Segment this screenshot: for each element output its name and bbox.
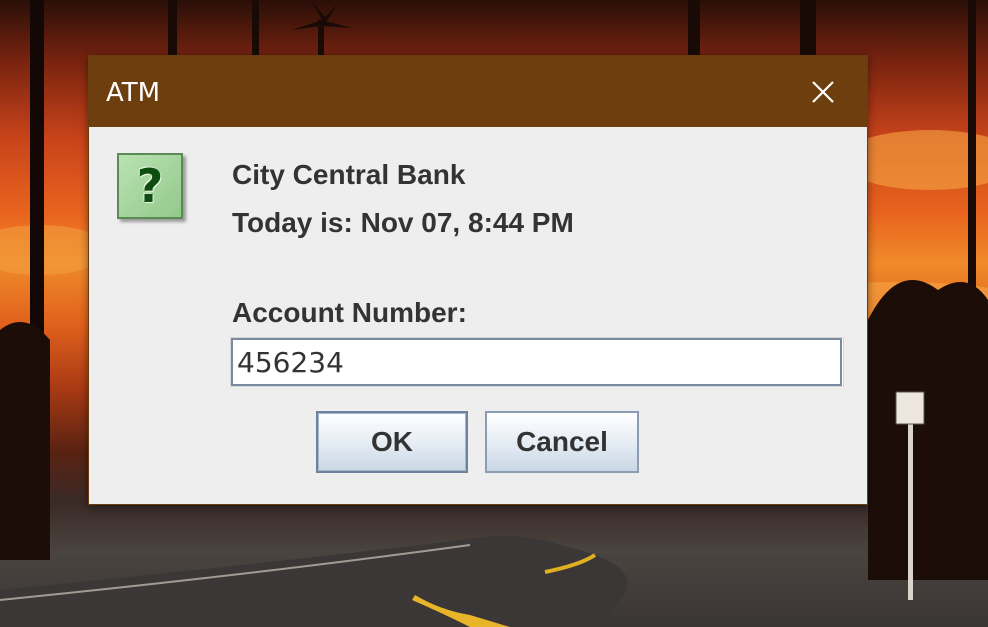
question-icon: ? — [117, 153, 183, 219]
title-bar[interactable]: ATM — [89, 56, 867, 127]
ok-button[interactable]: OK — [316, 411, 468, 473]
question-glyph: ? — [136, 159, 164, 213]
cancel-button[interactable]: Cancel — [485, 411, 639, 473]
atm-dialog: ATM ? City Central Bank Today is: Nov 07… — [88, 55, 868, 505]
close-button[interactable] — [779, 56, 867, 127]
window-title: ATM — [106, 78, 161, 108]
close-icon — [812, 80, 834, 103]
bank-name: City Central Bank — [232, 159, 466, 190]
account-number-input[interactable] — [231, 338, 842, 386]
account-number-label: Account Number: — [232, 297, 467, 328]
date-time-text: Today is: Nov 07, 8:44 PM — [232, 207, 574, 238]
